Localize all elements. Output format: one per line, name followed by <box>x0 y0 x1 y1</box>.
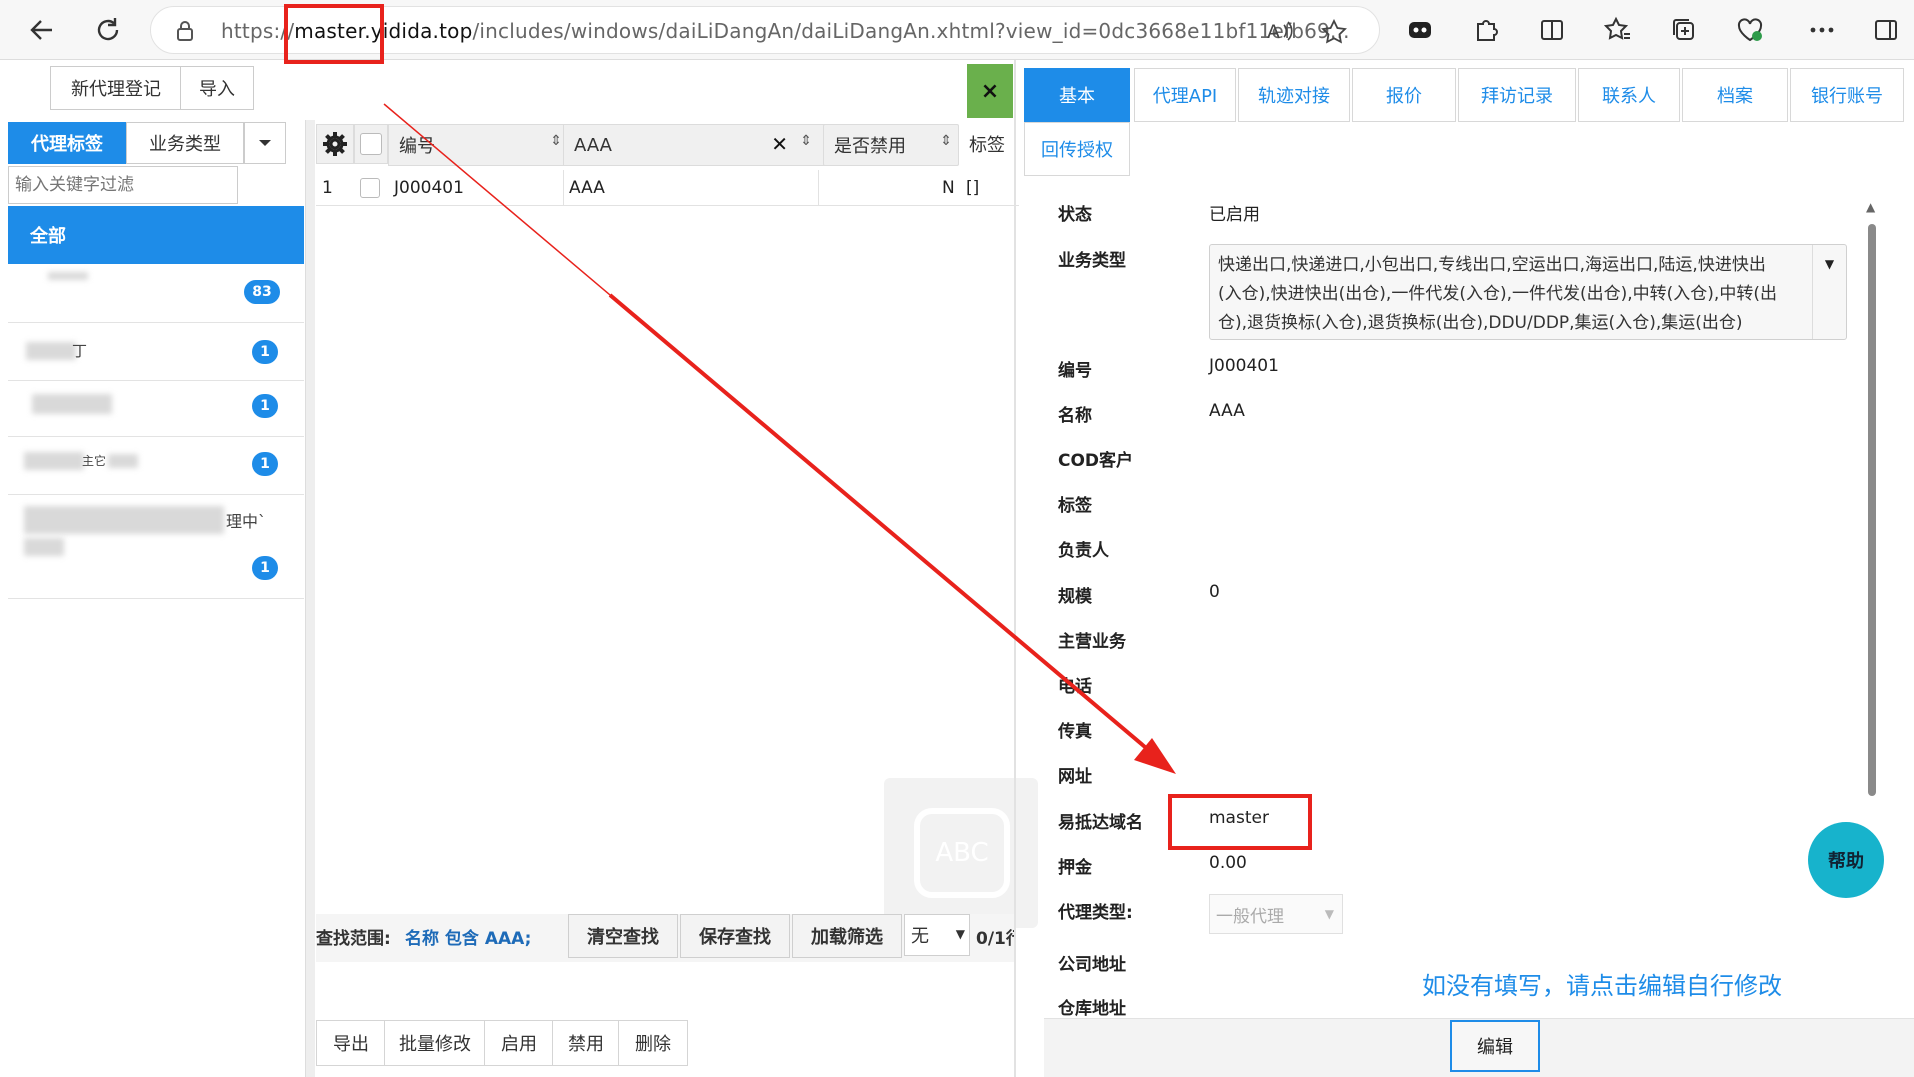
annotation-arrow <box>383 103 1176 774</box>
